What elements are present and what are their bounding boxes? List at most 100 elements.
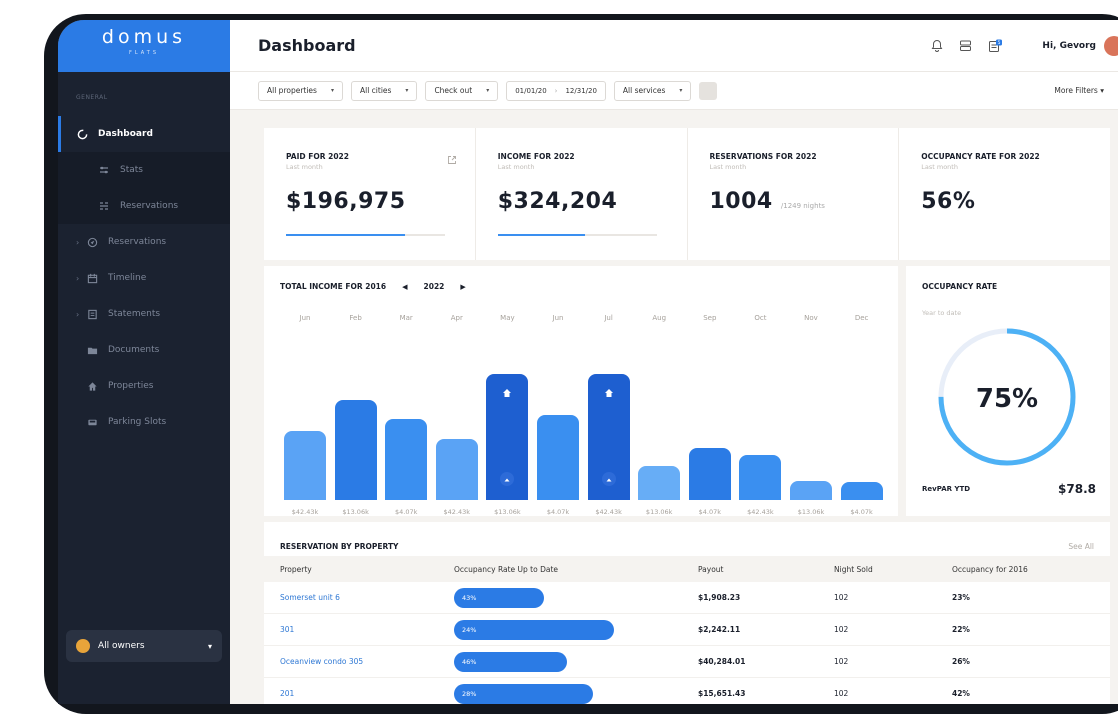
property-link[interactable]: Oceanview condo 305 bbox=[264, 657, 454, 666]
table-row[interactable]: Somerset unit 6 43% $1,908.23 102 23% bbox=[264, 582, 1110, 614]
bell-icon[interactable] bbox=[931, 39, 943, 52]
date-range-picker[interactable]: 01/01/20 › 12/31/20 bbox=[506, 80, 606, 101]
occupancy-rate-value: 43% bbox=[462, 593, 477, 602]
services-select[interactable]: All services ▾ bbox=[613, 80, 692, 101]
kpi-cards: PAID FOR 2022 Last month $196,975 INCOME… bbox=[264, 128, 1110, 260]
cities-select[interactable]: All cities ▾ bbox=[350, 80, 418, 101]
next-year-icon[interactable]: ▶ bbox=[460, 283, 465, 291]
sidebar-item-statements[interactable]: › Statements bbox=[58, 296, 230, 332]
properties-select[interactable]: All properties ▾ bbox=[258, 80, 343, 101]
kpi-card-paid[interactable]: PAID FOR 2022 Last month $196,975 bbox=[264, 128, 476, 260]
income-bar[interactable] bbox=[688, 448, 731, 500]
income-chart-card: TOTAL INCOME FOR 2016 ◀ 2022 ▶ Jun $42.43… bbox=[264, 266, 898, 516]
owners-label: All owners bbox=[98, 641, 145, 651]
kpi-label: OCCUPANCY RATE FOR 2022 bbox=[921, 152, 1040, 161]
table-body: Somerset unit 6 43% $1,908.23 102 23% 301 24% $… bbox=[264, 582, 1110, 704]
occupancy-rate-bar: 46% bbox=[454, 651, 568, 672]
occupancy-ring: 75% bbox=[938, 328, 1076, 466]
chevron-right-icon: › bbox=[76, 273, 80, 283]
sidebar-item-parking-slots[interactable]: Parking Slots bbox=[58, 404, 230, 440]
sidebar-item-timeline[interactable]: › Timeline bbox=[58, 260, 230, 296]
prev-year-icon[interactable]: ◀ bbox=[402, 283, 407, 291]
kpi-sublabel: Last month bbox=[709, 163, 747, 171]
checkout-select-value: Check out bbox=[434, 86, 473, 95]
occupancy-value: 75% bbox=[976, 384, 1038, 414]
bar-marker[interactable] bbox=[500, 472, 515, 486]
notes-icon[interactable]: 5 bbox=[988, 39, 1003, 53]
sidebar-item-properties[interactable]: Properties bbox=[58, 368, 230, 404]
home-icon bbox=[86, 380, 98, 392]
kpi-card-income[interactable]: INCOME FOR 2022 Last month $324,204 bbox=[476, 128, 688, 260]
bar-value-label: $42.43k bbox=[595, 508, 622, 516]
night-sold-cell: 102 bbox=[834, 625, 849, 634]
occupancy-bar-cell: 28% bbox=[454, 683, 698, 704]
external-link-icon[interactable] bbox=[447, 150, 457, 169]
occupancy-subtitle: Year to date bbox=[922, 309, 962, 317]
income-bar[interactable] bbox=[385, 418, 428, 500]
sidebar-item-dashboard[interactable]: Dashboard bbox=[58, 116, 230, 152]
owners-selector[interactable]: All owners ▾ bbox=[66, 630, 222, 662]
income-bar[interactable] bbox=[790, 481, 832, 500]
property-link[interactable]: 201 bbox=[264, 689, 454, 698]
month-tick-label: Nov bbox=[804, 314, 818, 322]
see-all-link[interactable]: See All bbox=[1068, 542, 1094, 551]
property-link[interactable]: 301 bbox=[264, 625, 454, 634]
table-row[interactable]: Oceanview condo 305 46% $40,284.01 102 26% bbox=[264, 646, 1110, 678]
reservations-icon bbox=[86, 236, 98, 248]
month-tick-label: Jun bbox=[552, 314, 564, 322]
chevron-down-icon: ▾ bbox=[1100, 86, 1104, 95]
home-icon bbox=[604, 389, 613, 398]
sidebar-item-reservations[interactable]: › Reservations bbox=[58, 224, 230, 260]
income-bar[interactable] bbox=[537, 414, 579, 500]
brand-name: domus bbox=[101, 26, 187, 48]
income-bar[interactable] bbox=[739, 455, 782, 500]
income-bar[interactable] bbox=[840, 482, 883, 500]
kpi-card-reservations[interactable]: RESERVATIONS FOR 2022 Last month 1004 /1… bbox=[688, 128, 900, 260]
bar-marker[interactable] bbox=[601, 472, 616, 486]
top-actions: 5 bbox=[931, 39, 1003, 53]
properties-select-value: All properties bbox=[267, 86, 317, 95]
more-filters-button[interactable]: More Filters ▾ bbox=[1054, 86, 1104, 95]
kpi-card-occupancy[interactable]: OCCUPANCY RATE FOR 2022 Last month 56% bbox=[899, 128, 1110, 260]
column-header[interactable]: Night Sold bbox=[834, 565, 952, 574]
brand-logo[interactable]: domus FLATS bbox=[58, 20, 230, 72]
table-row[interactable]: 301 24% $2,242.11 102 22% bbox=[264, 614, 1110, 646]
sidebar-item-reservations-sub[interactable]: Reservations bbox=[58, 188, 230, 224]
table-columns: Property Occupancy Rate Up to Date Payou… bbox=[264, 556, 1110, 582]
caret-up-icon bbox=[606, 478, 612, 482]
apply-filter-button[interactable] bbox=[699, 81, 718, 100]
greeting: Hi, Gevorg bbox=[1042, 40, 1096, 51]
filter-bar: All properties ▾ All cities ▾ Check out ▾ 0… bbox=[230, 72, 1118, 110]
brand-subtitle: FLATS bbox=[128, 50, 160, 56]
month-tick-label: Jul bbox=[604, 314, 613, 322]
income-bar[interactable] bbox=[334, 400, 377, 500]
income-bar[interactable] bbox=[284, 431, 326, 500]
bar-value-label: $42.43k bbox=[291, 508, 319, 516]
column-header[interactable]: Occupancy for 2016 bbox=[952, 565, 1110, 574]
chevron-down-icon: ▾ bbox=[486, 87, 490, 94]
sidebar-item-stats[interactable]: Stats bbox=[58, 152, 230, 188]
property-link[interactable]: Somerset unit 6 bbox=[264, 593, 454, 602]
date-to: 12/31/20 bbox=[565, 86, 597, 95]
column-header[interactable]: Payout bbox=[698, 565, 834, 574]
kpi-sublabel: Last month bbox=[921, 163, 958, 171]
table-row[interactable]: 201 28% $15,651.43 102 42% bbox=[264, 678, 1110, 704]
kpi-sublabel: Last month bbox=[286, 163, 323, 171]
income-bar[interactable] bbox=[435, 439, 478, 500]
column-header[interactable]: Occupancy Rate Up to Date bbox=[454, 565, 698, 574]
sidebar-item-documents[interactable]: Documents bbox=[58, 332, 230, 368]
chevron-down-icon: ▾ bbox=[679, 87, 683, 94]
occupancy-rate-value: 28% bbox=[462, 689, 477, 698]
occupancy-rate-value: 24% bbox=[462, 625, 477, 634]
kpi-value: 56% bbox=[921, 189, 976, 214]
column-header[interactable]: Property bbox=[264, 565, 454, 574]
income-bar[interactable] bbox=[638, 465, 681, 500]
chevron-down-icon: ▾ bbox=[405, 87, 409, 94]
user-avatar[interactable] bbox=[1104, 35, 1118, 56]
server-icon[interactable] bbox=[959, 39, 972, 52]
checkout-select[interactable]: Check out ▾ bbox=[425, 80, 499, 101]
occupancy-2016-cell: 26% bbox=[952, 657, 970, 666]
month-tick-label: Aug bbox=[652, 314, 667, 322]
arrow-right-icon: › bbox=[554, 86, 558, 95]
owners-avatar bbox=[76, 639, 90, 653]
